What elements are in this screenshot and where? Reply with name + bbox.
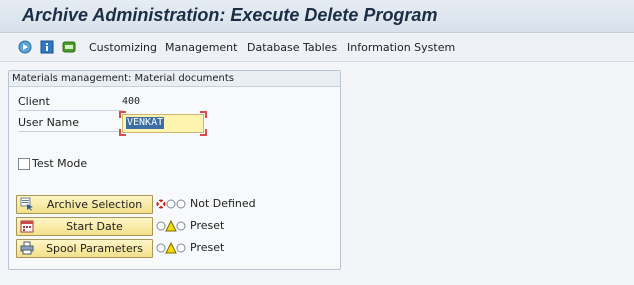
focus-corner-bottom-right	[200, 129, 207, 136]
menu-management[interactable]: Management	[165, 41, 237, 54]
execute-icon[interactable]	[18, 40, 32, 54]
focus-corner-bottom-left	[119, 129, 126, 136]
archive-selection-status: Not Defined	[190, 197, 256, 210]
user-name-label: User Name	[18, 116, 80, 129]
focus-corner-top-right	[200, 111, 207, 118]
archive-selection-button[interactable]: Archive Selection	[16, 195, 153, 214]
start-date-button[interactable]: Start Date	[16, 217, 153, 236]
menu-database-tables[interactable]: Database Tables	[247, 41, 337, 54]
status-lights-start-date	[156, 219, 190, 232]
page-title: Archive Administration: Execute Delete P…	[22, 5, 438, 25]
status-lights-spool	[156, 241, 190, 254]
client-label-underline	[18, 110, 123, 111]
application-toolbar: Customizing Management Database Tables I…	[0, 33, 634, 62]
client-value: 400	[122, 96, 141, 107]
parameters-group-box: Materials management: Material documents…	[8, 70, 341, 270]
spool-parameters-button[interactable]: Spool Parameters	[16, 239, 153, 258]
info-icon[interactable]	[40, 40, 54, 54]
spool-parameters-label: Spool Parameters	[46, 242, 143, 255]
menu-customizing[interactable]: Customizing	[89, 41, 157, 54]
test-mode-label: Test Mode	[32, 157, 88, 170]
title-bar: Archive Administration: Execute Delete P…	[0, 0, 634, 33]
spool-parameters-status: Preset	[190, 241, 225, 254]
user-name-input[interactable]: VENKAT	[122, 114, 204, 133]
focus-corner-top-left	[119, 111, 126, 118]
start-date-status: Preset	[190, 219, 225, 232]
archive-selection-label: Archive Selection	[46, 198, 143, 211]
printer-icon	[20, 241, 34, 255]
job-icon[interactable]	[62, 40, 76, 54]
user-name-underline	[18, 131, 123, 132]
calendar-icon	[20, 219, 34, 233]
test-mode-checkbox[interactable]	[18, 158, 30, 170]
start-date-label: Start Date	[66, 220, 123, 233]
status-lights-not-defined	[156, 198, 190, 210]
client-label: Client	[18, 95, 50, 108]
menu-information-system[interactable]: Information System	[347, 41, 455, 54]
archive-selection-icon	[20, 197, 34, 211]
group-title: Materials management: Material documents	[9, 71, 340, 87]
user-name-value: VENKAT	[126, 117, 165, 129]
